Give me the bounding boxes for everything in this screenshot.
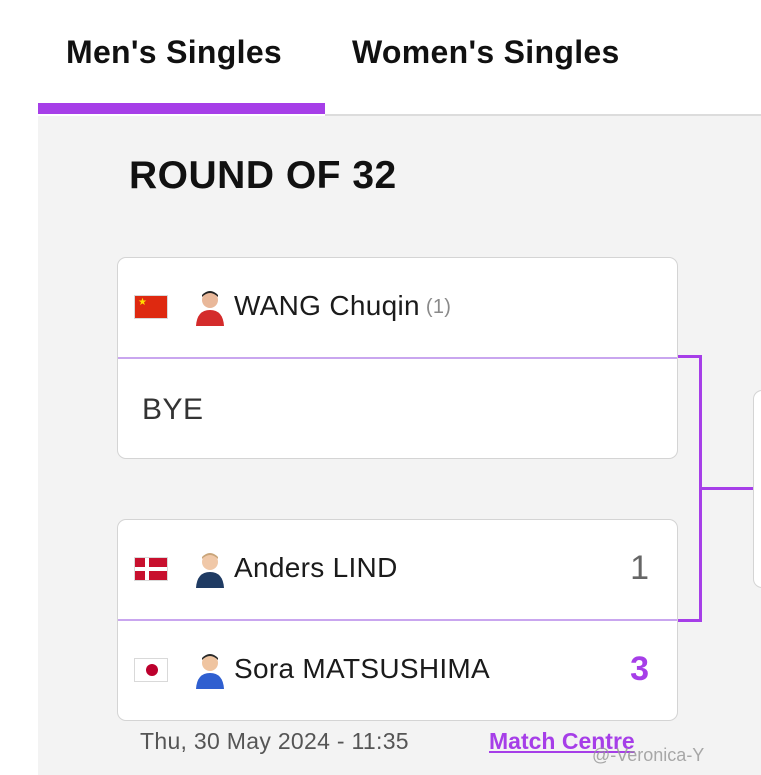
player-row[interactable]: Sora MATSUSHIMA 3 xyxy=(118,621,677,720)
player-row[interactable]: ★ WANG Chuqin (1) xyxy=(118,258,677,357)
bye-row: BYE xyxy=(118,359,677,458)
denmark-flag-icon xyxy=(134,557,168,581)
player-name: WANG Chuqin (1) xyxy=(234,290,451,322)
player-avatar-icon xyxy=(196,654,224,689)
player-name: Sora MATSUSHIMA xyxy=(234,653,491,684)
match-card[interactable]: ★ WANG Chuqin (1) BYE xyxy=(117,257,678,459)
player-score: 1 xyxy=(630,549,649,587)
round-title: ROUND OF 32 xyxy=(129,154,397,197)
tab-womens-singles[interactable]: Women's Singles xyxy=(352,34,620,71)
player-avatar-icon xyxy=(196,553,224,588)
active-tab-indicator xyxy=(38,103,325,114)
event-tabs: Men's Singles Women's Singles xyxy=(0,0,761,117)
player-name: Anders LIND xyxy=(234,552,398,583)
next-round-card[interactable] xyxy=(753,390,761,588)
player-name-text: WANG Chuqin xyxy=(234,290,420,321)
watermark: @-Veronica-Y xyxy=(592,745,705,765)
match-card[interactable]: Anders LIND 1 Sora MATSUSHIMA 3 xyxy=(117,519,678,721)
china-flag-icon: ★ xyxy=(134,295,168,319)
player-row[interactable]: Anders LIND 1 xyxy=(118,520,677,619)
bye-label: BYE xyxy=(142,393,204,426)
player-avatar-icon xyxy=(196,291,224,326)
japan-flag-icon xyxy=(134,658,168,682)
match-datetime: Thu, 30 May 2024 - 11:35 xyxy=(140,728,409,754)
tab-mens-singles[interactable]: Men's Singles xyxy=(66,34,282,71)
player-score-winner: 3 xyxy=(630,650,649,688)
bracket-connector-next xyxy=(699,487,761,490)
player-seed: (1) xyxy=(425,296,452,318)
